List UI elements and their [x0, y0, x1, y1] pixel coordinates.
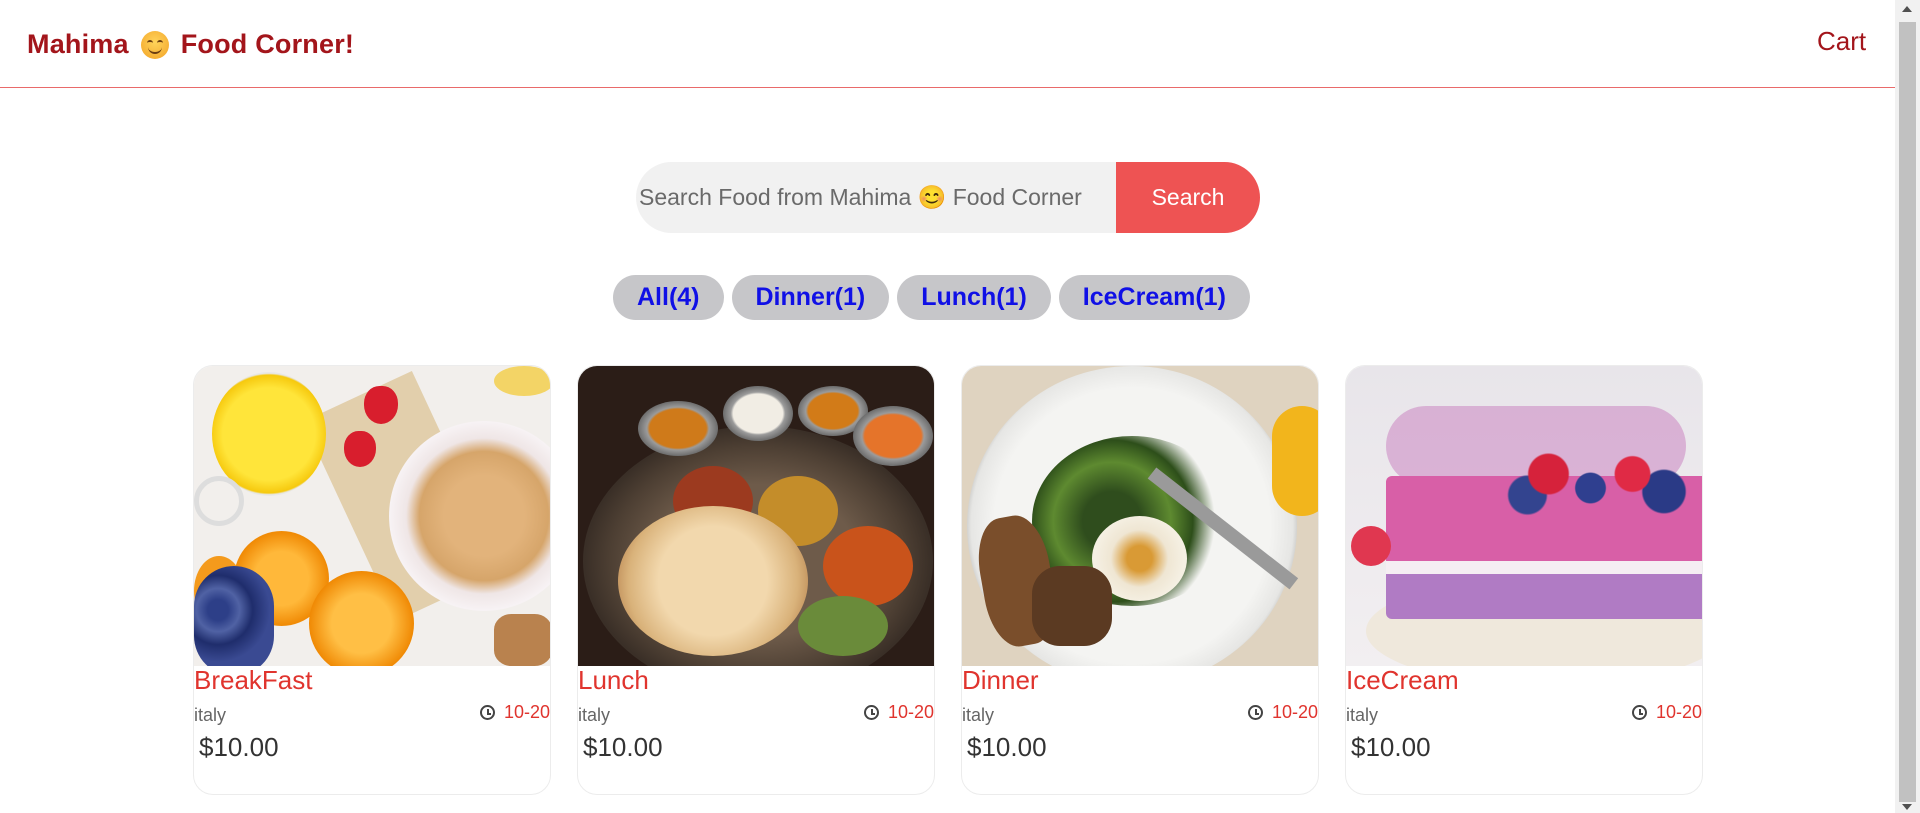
cook-time: 10-20 [863, 702, 934, 723]
cook-time-value: 10-20 [503, 702, 550, 722]
vertical-scrollbar[interactable] [1895, 0, 1920, 813]
food-origin: italy [194, 705, 227, 725]
search-bar: Search [636, 162, 1260, 233]
cook-time: 10-20 [1247, 702, 1318, 723]
brand-name-part1: Mahima [27, 29, 129, 59]
tag-lunch[interactable]: Lunch(1) [897, 275, 1051, 320]
food-name[interactable]: Lunch [578, 665, 649, 696]
cook-time: 10-20 [1631, 702, 1702, 723]
category-tags: All(4) Dinner(1) Lunch(1) IceCream(1) [613, 275, 1250, 320]
tag-dinner[interactable]: Dinner(1) [731, 275, 890, 320]
food-origin: italy [962, 705, 995, 725]
food-image-dinner[interactable] [962, 366, 1318, 666]
cook-time-value: 10-20 [887, 702, 934, 722]
food-price: $10.00 [199, 732, 279, 762]
clock-icon [1631, 705, 1647, 720]
food-price: $10.00 [1351, 732, 1431, 762]
search-input[interactable] [636, 162, 1116, 233]
cook-time: 10-20 [479, 702, 550, 723]
tag-icecream[interactable]: IceCream(1) [1058, 275, 1250, 320]
food-card-breakfast[interactable]: BreakFast italy 10-20 $10.00 [193, 365, 551, 795]
scroll-down-arrow-icon[interactable] [1902, 804, 1912, 810]
food-name[interactable]: IceCream [1346, 665, 1459, 696]
brand-name-part2: Food Corner! [180, 29, 355, 59]
food-price: $10.00 [583, 732, 663, 762]
scrollbar-thumb[interactable] [1899, 22, 1916, 802]
food-card-icecream[interactable]: IceCream italy 10-20 $10.00 [1345, 365, 1703, 795]
smiley-icon [140, 30, 169, 59]
food-image-breakfast[interactable] [194, 366, 550, 666]
tag-all[interactable]: All(4) [613, 275, 724, 320]
cart-link[interactable]: Cart [1817, 26, 1866, 57]
search-button[interactable]: Search [1116, 162, 1260, 233]
food-image-icecream[interactable] [1346, 366, 1702, 666]
food-origin: italy [1346, 705, 1379, 725]
brand-logo[interactable]: Mahima Food Corner! [27, 29, 354, 60]
clock-icon [863, 705, 879, 720]
food-price: $10.00 [967, 732, 1047, 762]
header: Mahima Food Corner! Cart [0, 0, 1895, 88]
food-origin: italy [578, 705, 611, 725]
cook-time-value: 10-20 [1271, 702, 1318, 722]
food-list: BreakFast italy 10-20 $10.00 Lunch italy… [193, 365, 1703, 795]
food-card-lunch[interactable]: Lunch italy 10-20 $10.00 [577, 365, 935, 795]
food-card-dinner[interactable]: Dinner italy 10-20 $10.00 [961, 365, 1319, 795]
scroll-up-arrow-icon[interactable] [1902, 6, 1912, 12]
food-name[interactable]: BreakFast [194, 665, 313, 696]
cook-time-value: 10-20 [1655, 702, 1702, 722]
clock-icon [479, 705, 495, 720]
food-name[interactable]: Dinner [962, 665, 1039, 696]
food-image-lunch[interactable] [578, 366, 934, 666]
clock-icon [1247, 705, 1263, 720]
